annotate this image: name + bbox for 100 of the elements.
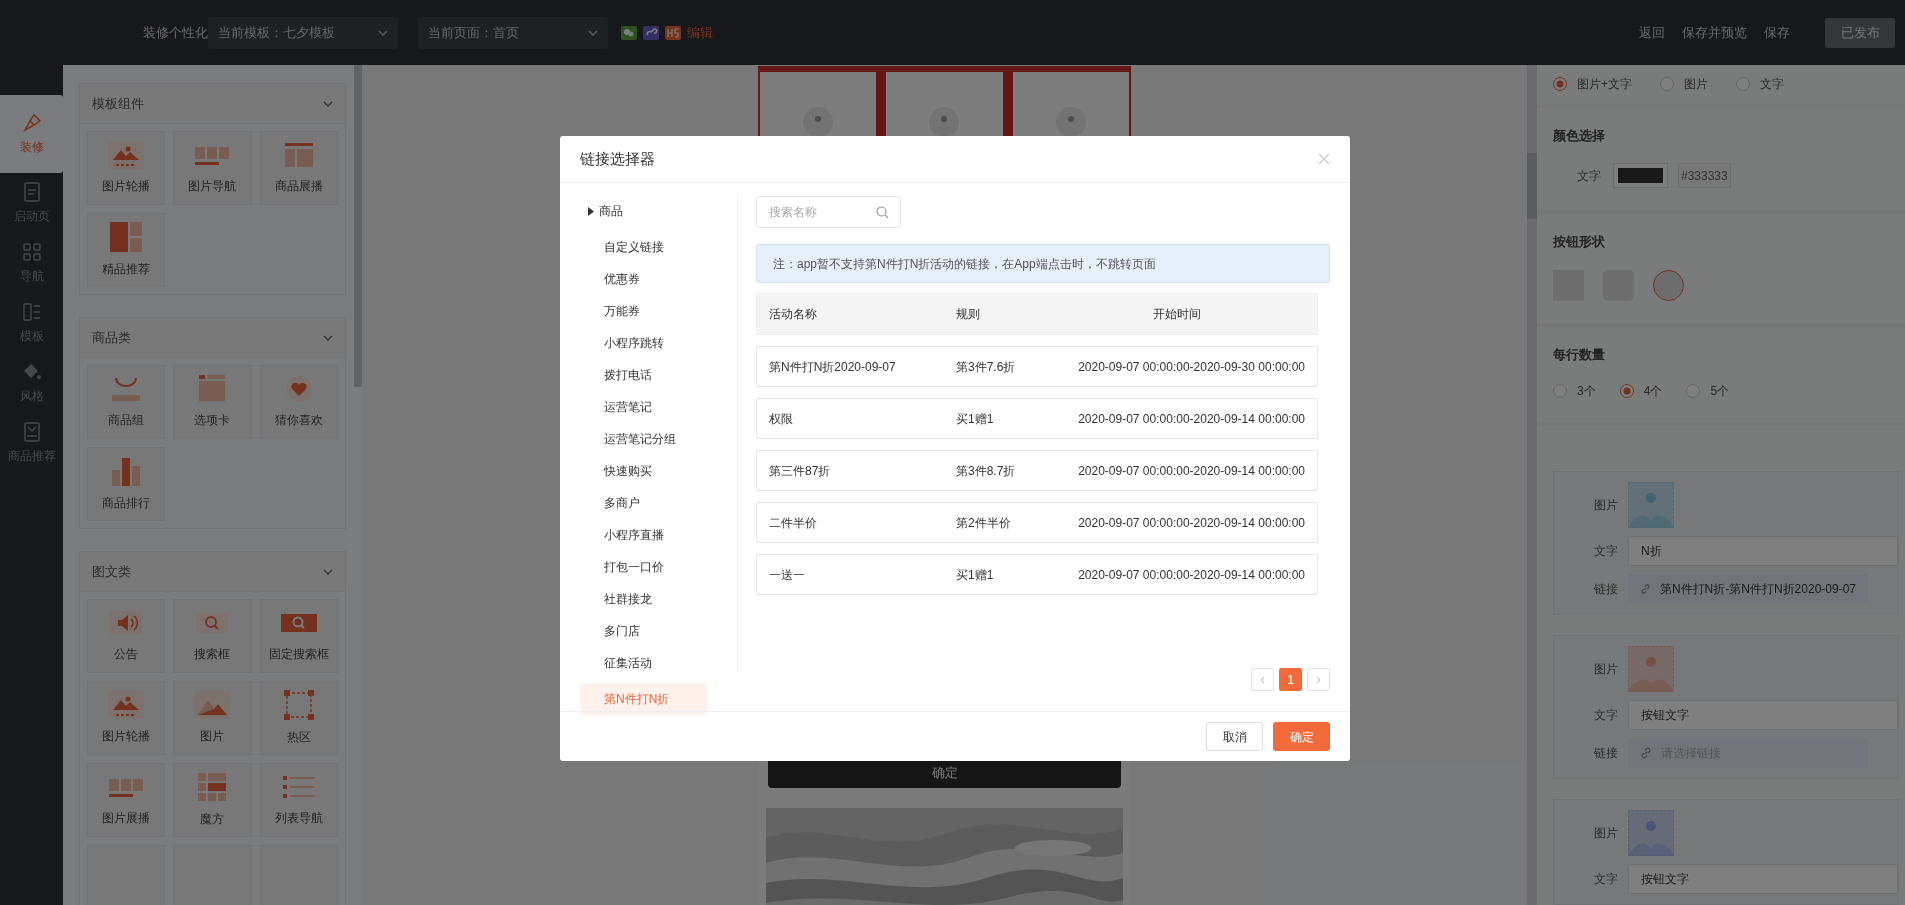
chevron-down-icon [378,29,388,36]
radio-option[interactable]: 3个 [1553,382,1596,400]
table-cell-text: 买1赠1 [956,566,995,584]
grid-icon [21,241,42,262]
dialog-title: 链接选择器 [580,148,655,169]
layout-icon [21,301,42,322]
table-row[interactable]: 一送一 买1赠1 2020-09-07 00:00:00-2020-09-14 00:00:00 [756,554,1318,595]
radio-option[interactable]: 5个 [1686,382,1730,400]
column-header: 活动名称 [768,306,818,323]
component-tile[interactable]: 图片轮播 [87,681,166,755]
page-select[interactable]: 当前页面：首页 [418,16,608,49]
link-field[interactable]: 第N件打N折-第N件打N折2020-09-07 [1628,574,1868,604]
save-preview-link[interactable]: 保存并预览 [1682,22,1747,43]
category-item[interactable]: 小程序直播 [580,519,707,551]
component-tile[interactable]: 固定搜索框 [259,599,338,673]
component-tile[interactable]: 图片 [173,681,252,755]
category-item[interactable]: 自定义链接 [580,231,707,263]
search-field[interactable]: 搜索名称 [756,196,901,228]
page-title: 装修个性化 [143,23,208,42]
shape-option[interactable] [1653,269,1684,301]
h5-icon [665,25,681,40]
speaker-icon [108,609,145,637]
color-value-field[interactable]: #333333 [1678,163,1731,188]
component-tile[interactable]: 商品展播 [259,131,338,205]
confirm-button[interactable]: 确定 [1273,722,1330,751]
category-item[interactable]: 运营笔记 [580,391,707,423]
caret-right-icon [588,206,594,216]
table-row[interactable]: 二件半价 第2件半价 2020-09-07 00:00:00-2020-09-14 00:00:00 [756,502,1318,543]
next-page-button[interactable]: › [1307,668,1330,691]
chevron-down-icon [323,568,333,575]
section-title: 每行数量 [1553,345,1606,364]
radio-option[interactable]: 图片+文字 [1553,75,1632,94]
close-icon [1318,153,1330,165]
category-item[interactable]: 小程序跳转 [580,327,707,359]
image-placeholder-icon [803,107,834,137]
component-tile[interactable]: 猜你喜欢 [259,365,338,439]
table-cell-text: 2020-09-07 00:00:00-2020-09-14 00:00:00 [1077,514,1306,532]
category-item[interactable]: 运营笔记分组 [580,423,707,455]
table-cell-text: 第三件87折 [768,462,832,480]
mini-program-icon [643,25,659,40]
table-row[interactable]: 权限 买1赠1 2020-09-07 00:00:00-2020-09-14 00:00:00 [756,398,1318,439]
table-row[interactable]: 第三件87折 第3件8.7折 2020-09-07 00:00:00-2020-09-14 00:00:00 [756,450,1318,491]
category-item[interactable]: 多商户 [580,487,707,519]
component-tile[interactable]: 选项卡 [173,365,252,439]
chevron-down-icon [588,29,598,36]
category-item[interactable]: 商品 [580,195,707,227]
text-input-field[interactable]: N折 [1628,536,1898,566]
component-tile[interactable]: 图片导航 [173,131,252,205]
category-item[interactable]: 打包一口价 [580,551,707,583]
category-item[interactable]: 万能券 [580,295,707,327]
edit-link[interactable]: 编辑 [687,22,713,43]
category-item[interactable]: 多门店 [580,615,707,647]
featured-layout-icon [108,222,145,252]
category-item[interactable]: 拨打电话 [580,359,707,391]
color-swatch[interactable] [1613,163,1668,188]
cube-grid-icon [197,772,228,802]
component-tile[interactable]: 列表导航 [259,763,338,837]
image-icon [194,691,231,719]
section-title: 按钮形状 [1553,233,1606,251]
radio-selected-icon [1553,77,1567,92]
save-link[interactable]: 保存 [1764,22,1790,43]
text-input-field[interactable]: 按钮文字 [1628,700,1898,730]
chevron-down-icon [323,334,333,341]
scrollbar-thumb[interactable] [1527,153,1537,219]
back-link[interactable]: 返回 [1639,22,1665,43]
component-tile[interactable]: 图片轮播 [87,131,166,205]
field-label: 文字 [1593,871,1618,888]
component-tile[interactable]: 公告 [87,599,166,673]
radio-option[interactable]: 4个 [1619,382,1663,400]
column-header: 规则 [956,306,981,323]
field-label: 文字 [1593,707,1618,724]
component-tile[interactable]: 精品推荐 [87,213,166,287]
category-item[interactable]: 优惠券 [580,263,707,295]
category-item[interactable]: 第N件打N折 [580,683,707,715]
radio-option[interactable]: 文字 [1736,75,1784,94]
nav-rail-item[interactable]: 装修 [0,95,63,173]
category-item[interactable]: 快速购买 [580,455,707,487]
component-tile[interactable]: 热区 [259,681,338,755]
component-tile[interactable]: 魔方 [173,763,252,837]
image-placeholder-icon [929,107,960,137]
category-item[interactable]: 征集活动 [580,647,707,679]
page-button[interactable]: 1 [1279,668,1302,691]
hotspot-frame-icon [283,690,314,720]
component-tile[interactable]: 商品组 [87,365,166,439]
field-label: 文字 [1593,543,1618,560]
cancel-button[interactable]: 取消 [1206,722,1263,751]
scrollbar-thumb[interactable] [354,65,362,387]
table-row[interactable]: 第N件打N折2020-09-07 第3件7.6折 2020-09-07 00:00:00-2020-09-30 00:00:00 [756,346,1318,387]
field-label: 链接 [1593,581,1618,598]
table-cell-text: 第2件半价 [956,514,1012,532]
brush-icon [21,112,42,133]
template-select[interactable]: 当前模板：七夕模板 [208,16,398,49]
notice-banner: 注：app暂不支持第N件打N折活动的链接，在App端点击时，不跳转页面 [756,244,1330,283]
component-tile[interactable]: 图片展播 [87,763,166,837]
category-item[interactable]: 社群接龙 [580,583,707,615]
previous-page-button[interactable]: ‹ [1251,668,1274,691]
component-tile[interactable]: 搜索框 [173,599,252,673]
component-tile[interactable]: 商品排行 [87,447,166,521]
text-input-field[interactable]: 按钮文字 [1628,864,1898,894]
radio-option[interactable]: 图片 [1660,75,1708,94]
